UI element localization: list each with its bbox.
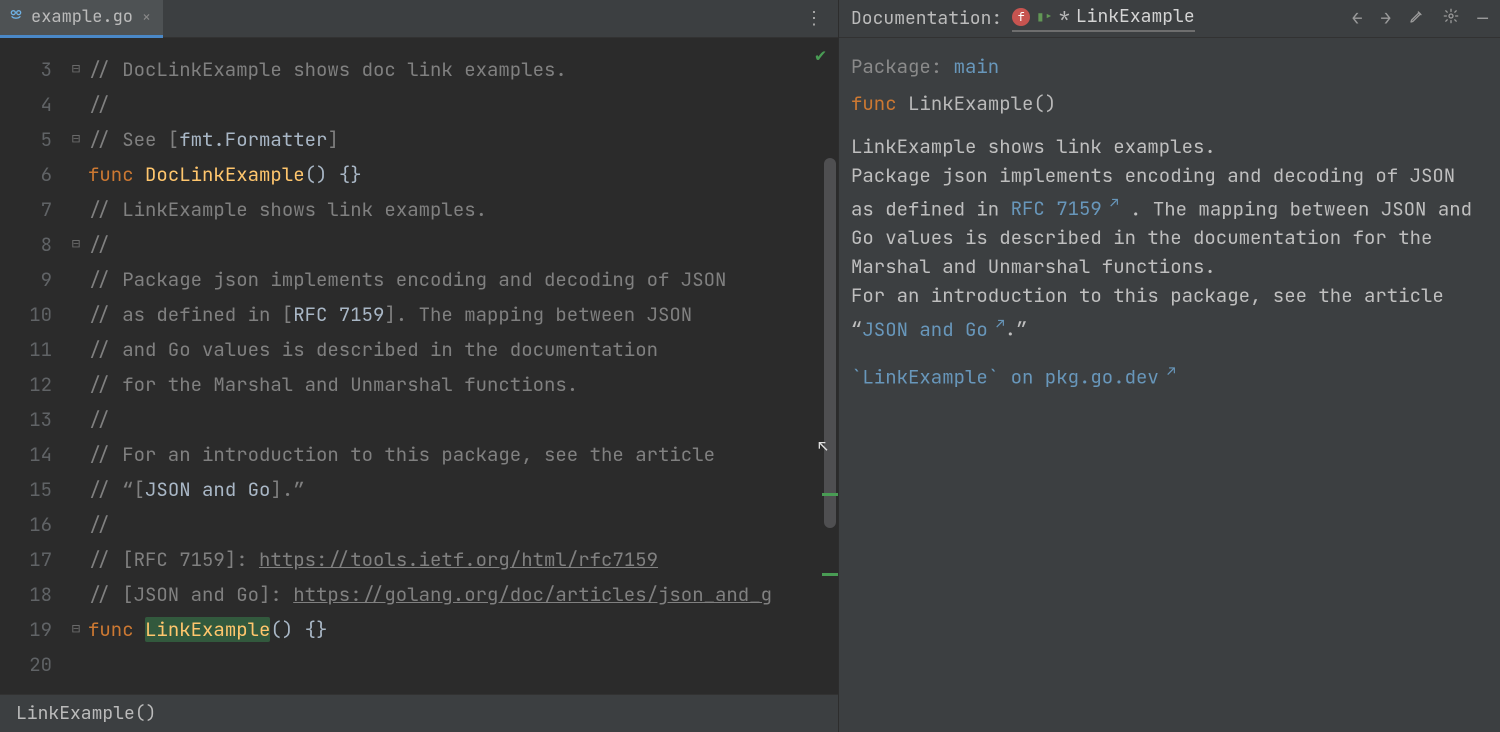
package-dir-icon: ▮▸ bbox=[1036, 8, 1053, 26]
doc-paragraph-1: LinkExample shows link examples. Package… bbox=[851, 132, 1488, 281]
package-name[interactable]: main bbox=[954, 54, 1000, 79]
minimize-button[interactable]: — bbox=[1477, 7, 1488, 30]
documentation-pane: Documentation: f ▮▸ * LinkExample ← → — bbox=[838, 0, 1500, 732]
editor-pane: example.go × ⋮ 3456789101112131415161718… bbox=[0, 0, 838, 732]
documentation-header: Documentation: f ▮▸ * LinkExample ← → — bbox=[839, 0, 1500, 38]
editor-body[interactable]: 34567891011121314151617181920 ⊟⊟⊟⊟ // Do… bbox=[0, 38, 838, 694]
signature-keyword: func bbox=[851, 91, 897, 116]
doc-paragraph-2: For an introduction to this package, see… bbox=[851, 281, 1488, 343]
scrollbar-thumb[interactable] bbox=[824, 158, 836, 528]
fold-gutter[interactable]: ⊟⊟⊟⊟ bbox=[64, 38, 88, 694]
editor-scrollbar[interactable] bbox=[824, 88, 836, 694]
rfc-7159-link[interactable]: RFC 7159 ↗ bbox=[1011, 196, 1119, 221]
doc-text: LinkExample shows link examples. bbox=[851, 134, 1216, 159]
documentation-symbol-chip[interactable]: f ▮▸ * LinkExample bbox=[1012, 5, 1194, 32]
ide-root: example.go × ⋮ 3456789101112131415161718… bbox=[0, 0, 1500, 732]
signature-name: LinkExample() bbox=[908, 91, 1056, 116]
close-tab-button[interactable]: × bbox=[140, 5, 153, 29]
go-gopher-icon bbox=[8, 6, 24, 28]
signature-line: func LinkExample() bbox=[851, 89, 1488, 118]
function-badge-icon: f bbox=[1012, 8, 1030, 26]
line-number-gutter: 34567891011121314151617181920 bbox=[0, 38, 64, 694]
breadcrumb[interactable]: LinkExample() bbox=[16, 702, 156, 725]
symbol-name: LinkExample bbox=[1076, 5, 1195, 28]
external-link-icon: ↗ bbox=[1102, 195, 1119, 213]
file-tab-label: example.go bbox=[31, 6, 133, 28]
package-line: Package: main bbox=[851, 52, 1488, 81]
code-area[interactable]: // DocLinkExample shows doc link example… bbox=[88, 38, 838, 694]
tab-bar-overflow-button[interactable]: ⋮ bbox=[791, 7, 838, 30]
json-and-go-link[interactable]: JSON and Go ↗ bbox=[862, 317, 1004, 342]
documentation-body: Package: main func LinkExample() LinkExa… bbox=[839, 38, 1500, 732]
documentation-toolbar: ← → — bbox=[1352, 7, 1488, 30]
external-link-icon: ↗ bbox=[1159, 363, 1176, 381]
documentation-title: Documentation: bbox=[851, 7, 1002, 30]
breadcrumb-bar: LinkExample() bbox=[0, 694, 838, 732]
external-link-icon: ↗ bbox=[988, 315, 1005, 333]
scrollbar-marker bbox=[822, 573, 838, 576]
file-tab-example-go[interactable]: example.go × bbox=[0, 0, 163, 38]
package-label: Package: bbox=[851, 54, 942, 79]
nav-forward-button[interactable]: → bbox=[1380, 7, 1391, 30]
inspection-ok-icon[interactable]: ✔ bbox=[815, 44, 826, 67]
editor-tab-bar: example.go × ⋮ bbox=[0, 0, 838, 38]
doc-text: .” bbox=[1005, 317, 1028, 342]
edit-source-button[interactable] bbox=[1409, 7, 1425, 30]
nav-back-button[interactable]: ← bbox=[1352, 7, 1363, 30]
pkg-go-dev-link[interactable]: `LinkExample` on pkg.go.dev ↗ bbox=[851, 358, 1488, 391]
scrollbar-marker bbox=[822, 493, 838, 496]
symbol-prefix: * bbox=[1059, 5, 1070, 28]
settings-button[interactable] bbox=[1443, 7, 1459, 30]
